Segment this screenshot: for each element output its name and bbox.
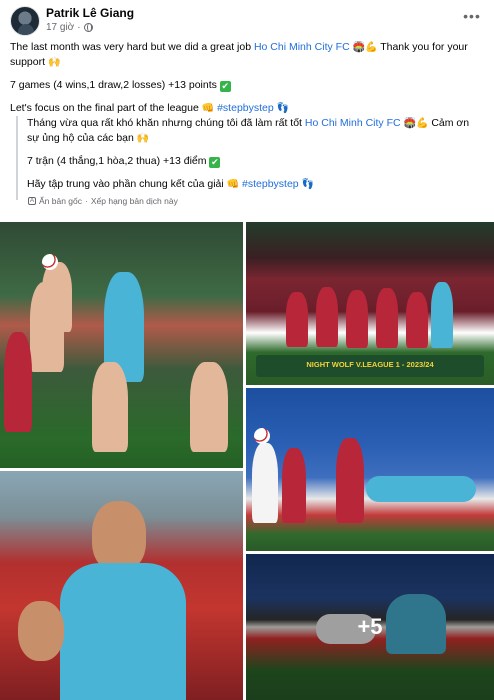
ball-icon [42,254,58,270]
translation-hashtag-link[interactable]: #stepbystep [242,178,299,190]
translation-text-segment: Tháng vừa qua rất khó khăn nhưng chúng t… [27,117,305,129]
post-header: Patrik Lê Giang 17 giờ · ••• [10,6,484,38]
photo-gallery: NIGHT WOLF V.LEAGUE 1 - 2023/24 +5 [0,222,494,700]
post-text-segment: Let's focus on the final part of the lea… [10,102,202,114]
ball-icon [254,428,270,444]
player-figure [4,332,32,432]
player-figure [282,448,306,523]
stadium-muscle-emoji: 🏟️💪 [403,118,429,129]
player-figure [316,287,338,347]
player-figure [286,292,308,347]
check-icon: ✔ [219,81,231,92]
stadium-muscle-emoji: 🏟️💪 [352,42,378,53]
raised-hands-emoji: 🙌 [136,133,150,144]
translation-page-link[interactable]: Ho Chi Minh City FC [305,117,401,129]
league-banner: NIGHT WOLF V.LEAGUE 1 - 2023/24 [256,355,484,377]
player-head [92,501,146,571]
fist-emoji: 👊 [226,179,240,190]
post-paragraph-1: The last month was very hard but we did … [10,40,484,70]
translation-paragraph-1: Tháng vừa qua rất khó khăn nhưng chúng t… [27,116,484,146]
meta-separator: · [77,22,81,33]
post-paragraph-2: 7 games (4 wins,1 draw,2 losses) +13 poi… [10,78,484,93]
more-photos-count: +5 [357,614,383,639]
post-paragraph-3: Let's focus on the final part of the lea… [10,101,484,116]
player-figure [431,282,453,348]
translation-dot: · [85,196,88,206]
player-figure [336,438,364,523]
hide-original-link[interactable]: Ẩn bản gốc [39,196,82,206]
post-meta: 17 giờ · [46,22,93,33]
raised-hands-emoji: 🙌 [47,57,61,68]
more-photos-overlay[interactable]: +5 [246,554,494,700]
photo-player-portrait[interactable] [0,471,243,700]
fist-emoji: 👊 [201,103,215,114]
player-figure [376,288,398,348]
globe-icon [83,23,93,32]
check-icon: ✔ [209,157,221,168]
player-figure [252,443,278,523]
post-text-segment: The last month was very hard but we did … [10,41,254,53]
post-body: The last month was very hard but we did … [10,40,484,124]
more-horizontal-icon[interactable]: ••• [460,9,484,26]
player-shirt [60,563,186,700]
footprints-emoji: 👣 [276,103,290,114]
footprints-emoji: 👣 [301,179,315,190]
photo-goalkeeper-dive[interactable] [246,388,494,551]
page-link[interactable]: Ho Chi Minh City FC [254,41,350,53]
translation-text-segment: Hãy tập trung vào phần chung kết của giả… [27,178,227,190]
player-figure [42,262,72,332]
player-figure [366,476,476,502]
translation-text-segment: 7 trận (4 thắng,1 hòa,2 thua) +13 điểm [27,155,210,167]
avatar[interactable] [10,6,40,36]
player-figure [18,601,64,661]
translation-paragraph-3: Hãy tập trung vào phần chung kết của giả… [27,177,484,192]
rate-translation-link[interactable]: Xếp hạng bản dịch này [91,196,178,206]
photo-team-lineup[interactable]: NIGHT WOLF V.LEAGUE 1 - 2023/24 [246,222,494,385]
player-figure [190,362,228,452]
author-name[interactable]: Patrik Lê Giang [46,6,134,20]
photo-goalkeeper-punch[interactable] [0,222,243,468]
post-time[interactable]: 17 giờ [46,22,74,33]
translation-paragraph-2: 7 trận (4 thắng,1 hòa,2 thua) +13 điểm ✔ [27,154,484,169]
player-figure [92,362,128,452]
hashtag-link[interactable]: #stepbystep [217,102,274,114]
translation-controls: A Ẩn bản gốc · Xếp hạng bản dịch này [28,196,178,206]
translate-icon: A [28,197,36,205]
league-banner-text: NIGHT WOLF V.LEAGUE 1 - 2023/24 [306,360,434,369]
player-figure [406,292,428,348]
post-text-segment: 7 games (4 wins,1 draw,2 losses) +13 poi… [10,79,220,91]
translation-block: Tháng vừa qua rất khó khăn nhưng chúng t… [16,116,484,200]
player-figure [346,290,368,348]
